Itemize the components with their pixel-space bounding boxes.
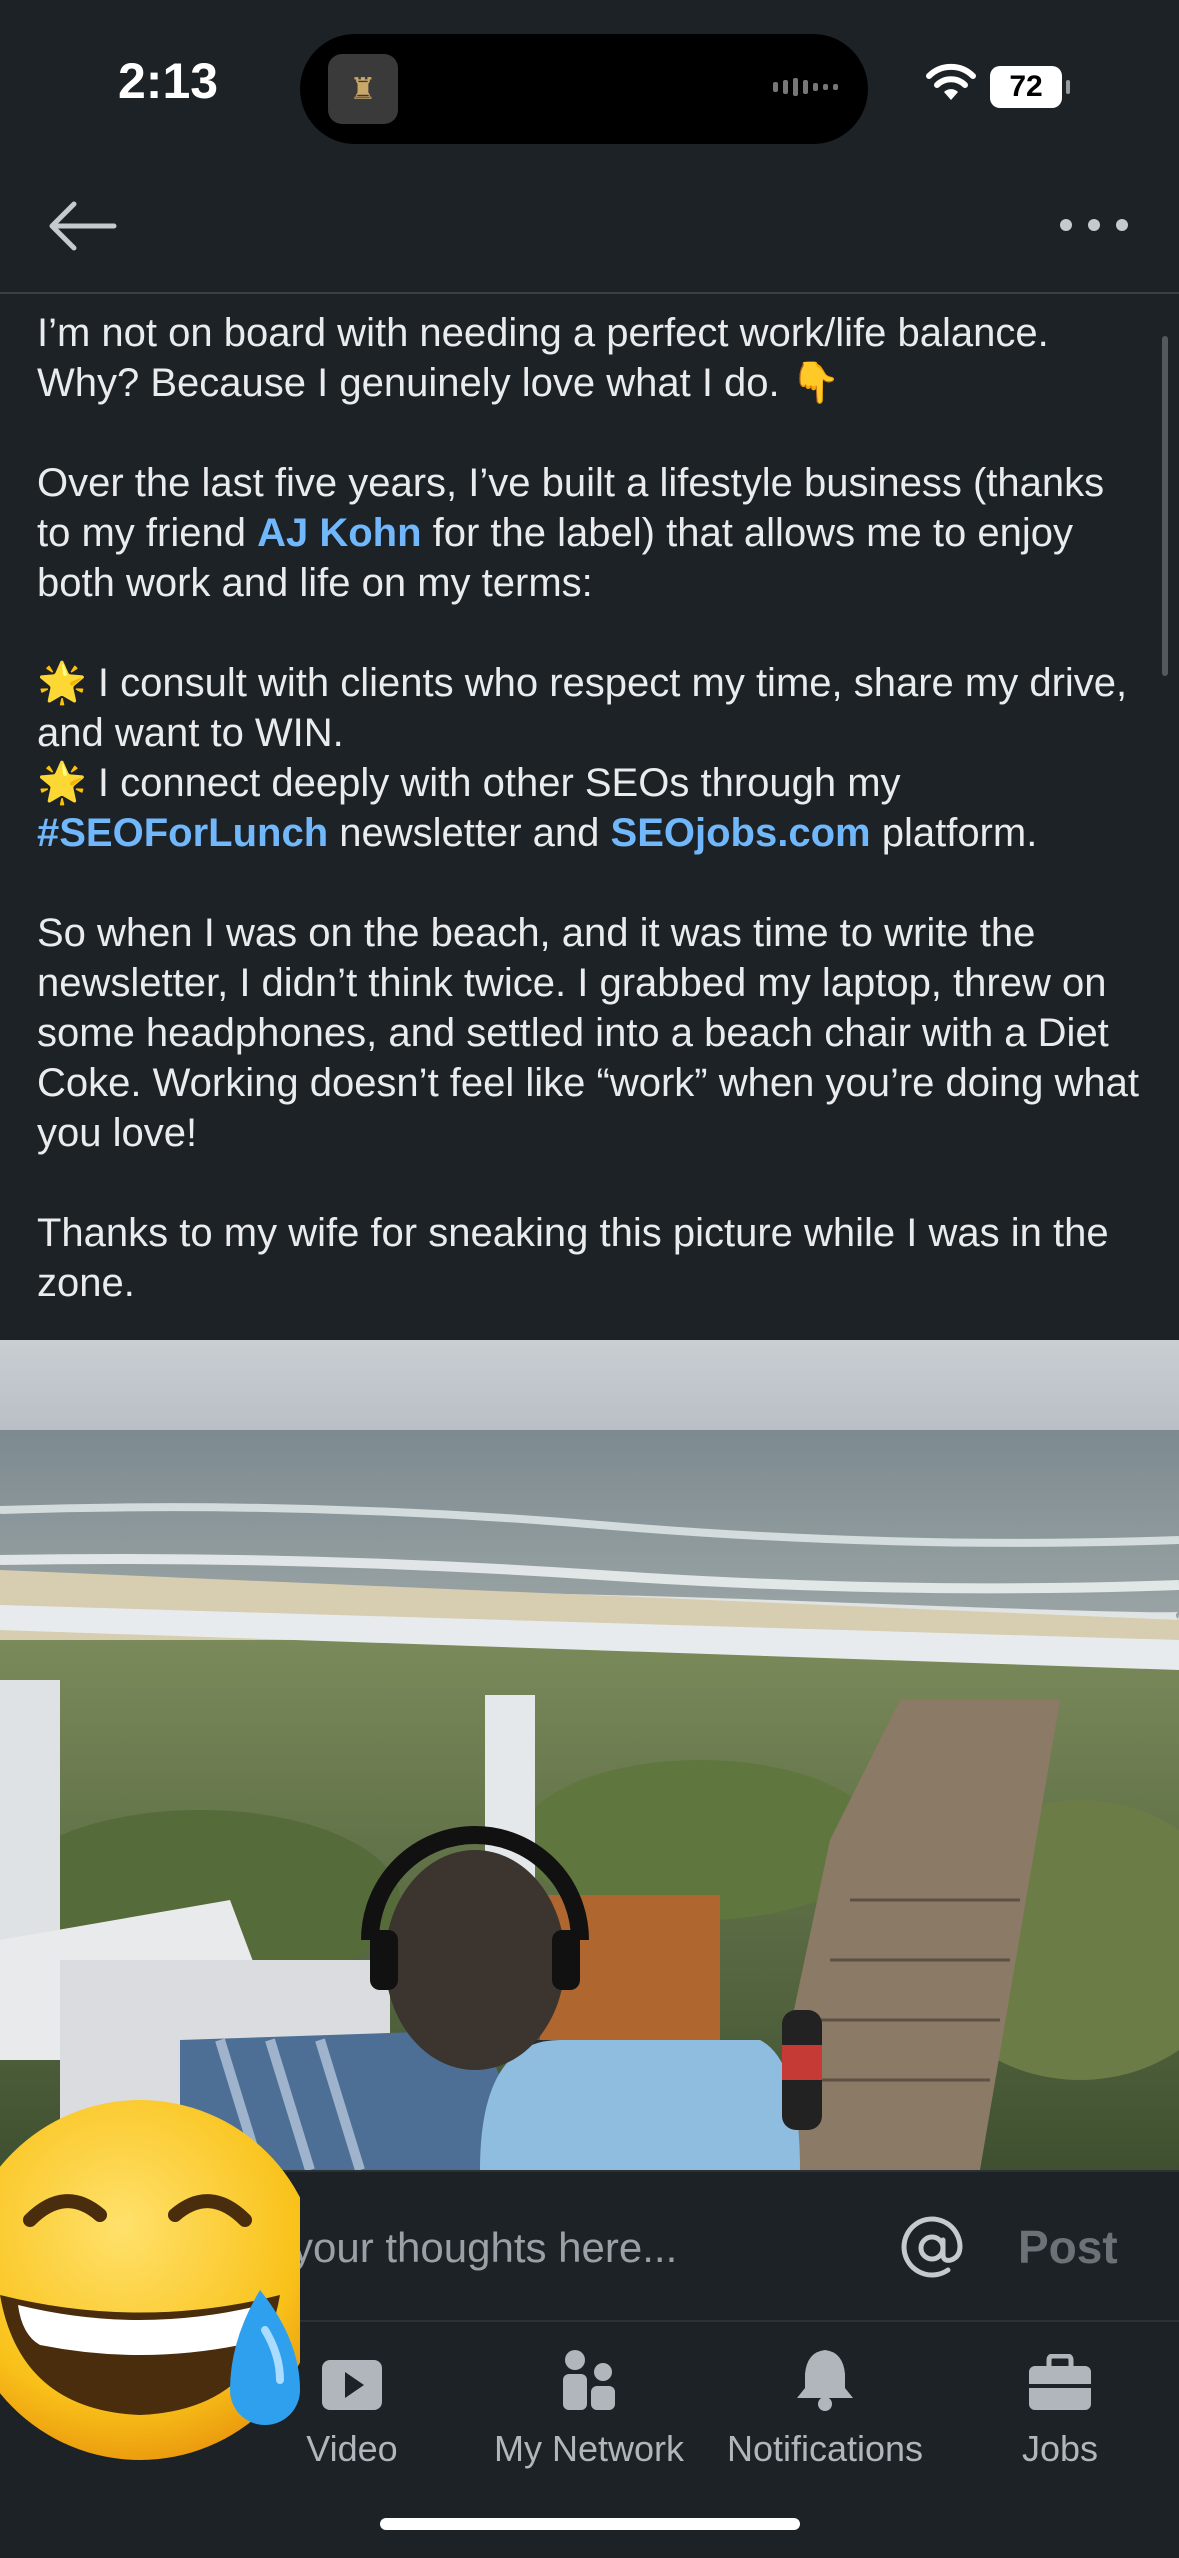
- tab-jobs-label: Jobs: [1021, 2428, 1099, 2469]
- comment-input[interactable]: your thoughts here...: [292, 2224, 677, 2272]
- post-text-segment: 🌟 I consult with clients who respect my …: [37, 661, 1128, 755]
- scrollbar[interactable]: [1162, 336, 1168, 676]
- post-paragraph: I’m not on board with needing a perfect …: [37, 308, 1147, 408]
- post-button[interactable]: Post: [1018, 2220, 1118, 2274]
- briefcase-icon: [1027, 2342, 1093, 2412]
- tab-my-network[interactable]: My Network: [484, 2342, 694, 2470]
- post-text-segment: I’m not on board with needing a perfect …: [37, 311, 1049, 405]
- status-bar: 2:13 ♜ 72: [0, 0, 1179, 160]
- post-paragraph: Thanks to my wife for sneaking this pict…: [37, 1208, 1147, 1308]
- post-text-segment: platform.: [870, 811, 1038, 855]
- more-options-icon[interactable]: [1056, 200, 1132, 250]
- tab-my-network-label: My Network: [493, 2428, 685, 2469]
- tears-of-joy-emoji-icon: [0, 2100, 300, 2460]
- post-text-segment: 🌟 I connect deeply with other SEOs throu…: [37, 761, 901, 805]
- post-link[interactable]: #SEOForLunch: [37, 811, 328, 855]
- bell-icon: [793, 2342, 857, 2412]
- post-photo[interactable]: [0, 1340, 1179, 2170]
- tab-video[interactable]: Video: [292, 2342, 412, 2470]
- battery-indicator: 72: [990, 66, 1070, 108]
- wifi-icon: [926, 63, 976, 100]
- network-icon: [557, 2342, 621, 2412]
- post-text-segment: So when I was on the beach, and it was t…: [37, 911, 1140, 1155]
- video-icon: [320, 2342, 384, 2412]
- tab-notifications-label: Notifications: [726, 2428, 924, 2469]
- back-arrow-icon[interactable]: [44, 196, 124, 256]
- post-paragraph: Over the last five years, I’ve built a l…: [37, 458, 1147, 608]
- status-time: 2:13: [118, 53, 219, 109]
- post-text-segment: newsletter and: [328, 811, 611, 855]
- home-indicator[interactable]: [380, 2518, 800, 2530]
- post-body-text: I’m not on board with needing a perfect …: [37, 308, 1147, 1358]
- audio-waveform-icon: [773, 78, 838, 96]
- post-link[interactable]: AJ Kohn: [257, 511, 421, 555]
- mention-icon[interactable]: [898, 2214, 966, 2282]
- live-activity-app-icon: ♜: [328, 54, 398, 124]
- post-link[interactable]: SEOjobs.com: [611, 811, 871, 855]
- post-text-segment: Thanks to my wife for sneaking this pict…: [37, 1211, 1109, 1305]
- dynamic-island[interactable]: ♜: [300, 34, 868, 144]
- post-text-segment: 👇: [790, 361, 841, 405]
- post-paragraph: 🌟 I connect deeply with other SEOs throu…: [37, 758, 1147, 858]
- tab-notifications[interactable]: Notifications: [710, 2342, 940, 2470]
- post-paragraph: So when I was on the beach, and it was t…: [37, 908, 1147, 1158]
- tab-video-label: Video: [306, 2428, 398, 2469]
- tab-jobs[interactable]: Jobs: [1000, 2342, 1120, 2470]
- post-paragraph: 🌟 I consult with clients who respect my …: [37, 658, 1147, 758]
- post-header: [0, 160, 1179, 294]
